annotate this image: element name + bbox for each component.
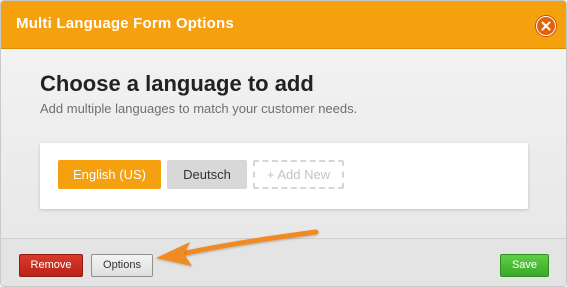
dialog-footer: Remove Options Save [1, 238, 566, 286]
remove-button[interactable]: Remove [19, 254, 83, 277]
add-new-language-button[interactable]: + Add New [253, 160, 344, 189]
language-button-english[interactable]: English (US) [58, 160, 161, 189]
page-title: Choose a language to add [40, 71, 314, 96]
save-button[interactable]: Save [500, 254, 549, 277]
multi-language-dialog: Multi Language Form Options Choose a lan… [0, 0, 567, 287]
dialog-title: Multi Language Form Options [16, 15, 234, 32]
page-subtitle: Add multiple languages to match your cus… [40, 101, 358, 116]
language-list: English (US) Deutsch + Add New [40, 143, 528, 209]
options-button[interactable]: Options [91, 254, 153, 277]
close-icon[interactable] [536, 16, 556, 36]
dialog-titlebar: Multi Language Form Options [1, 1, 566, 49]
dialog-body: Choose a language to add Add multiple la… [1, 49, 566, 237]
language-button-deutsch[interactable]: Deutsch [167, 160, 247, 189]
